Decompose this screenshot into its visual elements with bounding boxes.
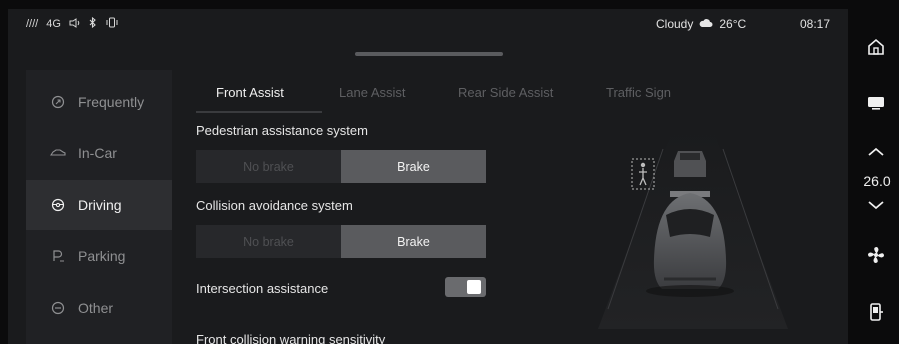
side-nav: Frequently In-Car Driving Parking Other	[26, 70, 172, 344]
settings-panel: //// 4G Cloudy 26°C 08:17 Frequently In-…	[8, 9, 848, 344]
toggle-knob	[467, 280, 481, 294]
signal-strength: ////	[26, 18, 39, 30]
nav-item-frequently[interactable]: Frequently	[26, 77, 172, 127]
collision-label: Collision avoidance system	[196, 198, 353, 213]
outside-temperature: 26°C	[719, 17, 747, 31]
clock: 08:17	[799, 17, 830, 31]
vibrate-icon	[105, 17, 119, 31]
temp-down-icon[interactable]	[865, 194, 887, 216]
temp-up-icon[interactable]	[865, 141, 887, 163]
fcw-label: Front collision warning sensitivity	[196, 332, 386, 344]
pedestrian-segmented-control: No brake Brake	[196, 150, 486, 183]
right-dock: 26.0	[852, 0, 899, 344]
weather-condition: Cloudy	[656, 17, 694, 31]
car-illustration	[578, 129, 808, 329]
collision-segmented-control: No brake Brake	[196, 225, 486, 258]
nav-item-parking[interactable]: Parking	[26, 231, 172, 281]
drag-handle[interactable]	[355, 52, 503, 56]
frequently-icon	[50, 94, 66, 110]
cloud-icon	[699, 17, 713, 31]
nav-label: Driving	[78, 197, 122, 213]
car-icon	[50, 145, 66, 161]
fan-icon[interactable]	[865, 244, 887, 266]
tab-rear-side-assist[interactable]: Rear Side Assist	[458, 85, 553, 100]
home-icon[interactable]	[865, 36, 887, 58]
tab-lane-assist[interactable]: Lane Assist	[339, 85, 406, 100]
pedestrian-brake-option[interactable]: Brake	[341, 150, 486, 183]
network-type: 4G	[46, 18, 61, 30]
climate-temperature: 26.0	[863, 173, 891, 189]
volume-icon	[69, 17, 81, 31]
status-bar: //// 4G Cloudy 26°C 08:17	[8, 9, 848, 39]
nav-item-in-car[interactable]: In-Car	[26, 128, 172, 178]
nav-label: Parking	[78, 248, 126, 264]
tab-traffic-sign[interactable]: Traffic Sign	[606, 85, 671, 100]
collision-brake-option[interactable]: Brake	[341, 225, 486, 258]
nav-label: In-Car	[78, 145, 117, 161]
intersection-toggle[interactable]	[445, 277, 486, 297]
pedestrian-no-brake-option[interactable]: No brake	[196, 150, 341, 183]
nav-item-other[interactable]: Other	[26, 283, 172, 333]
intersection-label: Intersection assistance	[196, 281, 329, 296]
nav-label: Frequently	[78, 94, 145, 110]
steering-wheel-icon	[50, 197, 66, 213]
parking-icon	[50, 248, 66, 264]
pedestrian-label: Pedestrian assistance system	[196, 123, 368, 138]
tab-front-assist[interactable]: Front Assist	[216, 85, 284, 100]
nav-label: Other	[78, 300, 114, 316]
collision-no-brake-option[interactable]: No brake	[196, 225, 341, 258]
seat-icon[interactable]	[865, 302, 887, 324]
nav-item-driving[interactable]: Driving	[26, 180, 172, 230]
other-icon	[50, 300, 66, 316]
tab-underline	[196, 111, 322, 113]
weather: Cloudy 26°C	[656, 17, 746, 31]
screen-icon[interactable]	[865, 92, 887, 114]
bluetooth-icon	[89, 16, 97, 31]
status-icons: //// 4G	[26, 16, 119, 31]
